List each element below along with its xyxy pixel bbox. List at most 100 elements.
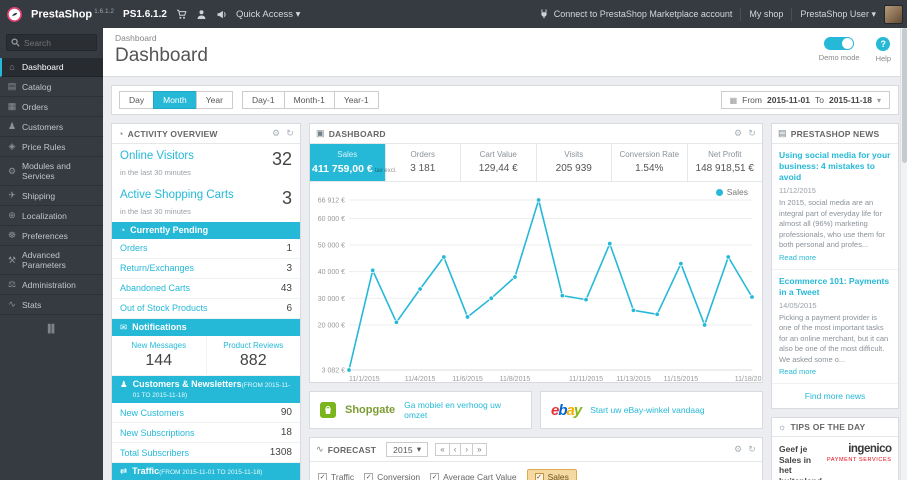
refresh-icon[interactable]: ↻ xyxy=(748,444,756,455)
sidebar-item-shipping[interactable]: ✈ Shipping xyxy=(0,186,103,206)
svg-text:50 000 €: 50 000 € xyxy=(318,243,345,250)
ebay-link[interactable]: Start uw eBay-winkel vandaag xyxy=(590,405,704,415)
chart-legend[interactable]: Sales xyxy=(715,187,748,197)
news-article-body: Picking a payment provider is one of the… xyxy=(779,312,889,364)
sidebar-item-label: Stats xyxy=(22,299,42,310)
nav-last-button[interactable]: » xyxy=(472,443,487,457)
main-content: Dashboard Dashboard Demo mode ? Help Day… xyxy=(103,28,907,480)
sidebar-item-administration[interactable]: ⚖ Administration xyxy=(0,275,103,295)
sidebar-search[interactable] xyxy=(6,34,97,51)
pending-orders-link[interactable]: Orders xyxy=(120,243,148,253)
kpi-orders[interactable]: Orders 3 181 xyxy=(386,144,461,181)
gear-icon[interactable]: ⚙ xyxy=(734,444,742,455)
filter-month-1-button[interactable]: Month-1 xyxy=(283,91,335,109)
tips-body: Geef je Sales in het buitenland een Boos… xyxy=(772,437,898,480)
new-customers-link[interactable]: New Customers xyxy=(120,408,184,418)
kpi-conversion-rate[interactable]: Conversion Rate 1.54% xyxy=(612,144,688,181)
new-subscriptions-link[interactable]: New Subscriptions xyxy=(120,428,195,438)
online-visitors-link[interactable]: Online Visitors xyxy=(120,150,194,162)
shopgate-link[interactable]: Ga mobiel en verhoog uw omzet xyxy=(404,400,521,420)
forecast-legend-traffic[interactable]: ✓ Traffic xyxy=(318,472,354,480)
breadcrumb[interactable]: Dashboard xyxy=(115,33,895,43)
news-article-title-link[interactable]: Using social media for your business: 4 … xyxy=(779,150,891,183)
svg-text:11/6/2015: 11/6/2015 xyxy=(452,376,483,382)
filter-day-1-button[interactable]: Day-1 xyxy=(241,91,285,109)
pending-returns-link[interactable]: Return/Exchanges xyxy=(120,263,194,273)
sidebar-item-modules[interactable]: ⚙ Modules and Services xyxy=(0,157,103,186)
sidebar-item-dashboard[interactable]: ⌂ Dashboard xyxy=(0,58,103,77)
svg-text:11/15/2015: 11/15/2015 xyxy=(664,376,699,382)
sidebar-item-label: Shipping xyxy=(22,190,56,201)
cart-icon[interactable] xyxy=(176,9,187,20)
product-reviews-cell[interactable]: Product Reviews 882 xyxy=(205,335,301,375)
sidebar-item-stats[interactable]: ∿ Stats xyxy=(0,295,103,315)
filter-month-button[interactable]: Month xyxy=(153,91,197,109)
refresh-icon[interactable]: ↻ xyxy=(286,128,294,139)
date-from-label: From xyxy=(742,95,762,105)
scrollbar[interactable] xyxy=(900,28,907,480)
caret-down-icon: ▾ xyxy=(876,95,881,105)
gear-icon[interactable]: ⚙ xyxy=(734,128,742,139)
svg-text:11/4/2015: 11/4/2015 xyxy=(405,376,436,382)
sidebar-item-label: Localization xyxy=(22,210,67,221)
modules-icon: ⚙ xyxy=(7,165,17,176)
shopgate-wordmark: Shopgate xyxy=(345,404,396,417)
globe-icon: ⊕ xyxy=(8,210,16,220)
sidebar-collapse-button[interactable]: ▐▌ xyxy=(0,315,103,342)
kpi-sales[interactable]: Sales 411 759,00 € tax excl. xyxy=(310,144,397,181)
quick-access-menu[interactable]: Quick Access ▾ xyxy=(236,9,300,20)
news-article: Ecommerce 101: Payments in a Tweet 14/05… xyxy=(772,270,898,385)
sidebar-item-localization[interactable]: ⊕ Localization xyxy=(0,206,103,226)
search-input[interactable] xyxy=(24,37,92,48)
nav-first-button[interactable]: « xyxy=(435,443,450,457)
forecast-legend-sales[interactable]: ✓ Sales xyxy=(526,469,577,480)
scrollbar-thumb[interactable] xyxy=(902,28,907,163)
sidebar-item-advanced-parameters[interactable]: ⚒ Advanced Parameters xyxy=(0,246,103,275)
demo-mode-toggle[interactable] xyxy=(824,37,855,50)
filter-year-button[interactable]: Year xyxy=(195,91,233,109)
kpi-visits[interactable]: Visits 205 939 xyxy=(537,144,612,181)
tips-headline: Geef je Sales in het buitenland een Boos… xyxy=(779,444,822,480)
read-more-link[interactable]: Read more xyxy=(779,367,816,376)
new-messages-cell[interactable]: New Messages 144 xyxy=(112,336,206,375)
news-article-title-link[interactable]: Ecommerce 101: Payments in a Tweet xyxy=(779,276,891,298)
prestashop-logo[interactable] xyxy=(7,6,22,22)
user-menu[interactable]: PrestaShop User ▾ xyxy=(800,9,876,20)
find-more-news-link[interactable]: Find more news xyxy=(772,384,898,408)
sidebar-item-price-rules[interactable]: ◈ Price Rules xyxy=(0,137,103,157)
clock-icon: ◔ xyxy=(120,225,126,235)
forecast-legend: ✓ Traffic ✓ Conversion ✓ Average Cart Value… xyxy=(310,462,762,480)
sidebar-item-customers[interactable]: ♟ Customers xyxy=(0,117,103,137)
bullhorn-icon[interactable] xyxy=(216,9,227,20)
svg-text:11/8/2015: 11/8/2015 xyxy=(500,376,531,382)
sidebar-item-catalog[interactable]: ▤ Catalog xyxy=(0,77,103,97)
page-title: Dashboard xyxy=(115,45,208,66)
date-range-picker[interactable]: ▦ From 2015-11-01 To 2015-11-18 ▾ xyxy=(720,91,890,109)
sidebar-item-orders[interactable]: ▦ Orders xyxy=(0,97,103,117)
filter-year-1-button[interactable]: Year-1 xyxy=(333,91,379,109)
filter-day-button[interactable]: Day xyxy=(119,91,155,109)
svg-text:20 000 €: 20 000 € xyxy=(318,322,345,329)
user-avatar[interactable] xyxy=(884,4,903,24)
forecast-legend-average-cart-value[interactable]: ✓ Average Cart Value xyxy=(430,472,517,480)
sidebar-item-preferences[interactable]: ☸ Preferences xyxy=(0,226,103,246)
date-from-value: 2015-11-01 xyxy=(766,95,810,105)
topbar: PrestaShop 1.6.1.2 PS1.6.1.2 Quick Access… xyxy=(0,0,907,28)
read-more-link[interactable]: Read more xyxy=(779,253,816,262)
marketplace-link[interactable]: Connect to PrestaShop Marketplace accoun… xyxy=(539,9,732,19)
my-shop-link[interactable]: My shop xyxy=(749,9,783,19)
total-subscribers-link[interactable]: Total Subscribers xyxy=(120,448,189,458)
gear-icon[interactable]: ⚙ xyxy=(272,128,280,139)
abandoned-carts-link[interactable]: Abandoned Carts xyxy=(120,283,190,293)
kpi-net-profit[interactable]: Net Profit 148 918,51 € xyxy=(688,144,763,181)
forecast-legend-conversion[interactable]: ✓ Conversion xyxy=(364,472,420,480)
profile-icon[interactable] xyxy=(196,9,207,20)
active-carts-link[interactable]: Active Shopping Carts xyxy=(120,189,234,201)
pending-row-returns: Return/Exchanges 3 xyxy=(112,259,300,279)
year-select[interactable]: 2015 ▾ xyxy=(386,442,429,458)
refresh-icon[interactable]: ↻ xyxy=(748,128,756,139)
shop-name[interactable]: PS1.6.1.2 xyxy=(123,9,167,20)
out-of-stock-link[interactable]: Out of Stock Products xyxy=(120,303,208,313)
kpi-cart-value[interactable]: Cart Value 129,44 € xyxy=(461,144,537,181)
help-button[interactable]: ? xyxy=(876,37,891,51)
